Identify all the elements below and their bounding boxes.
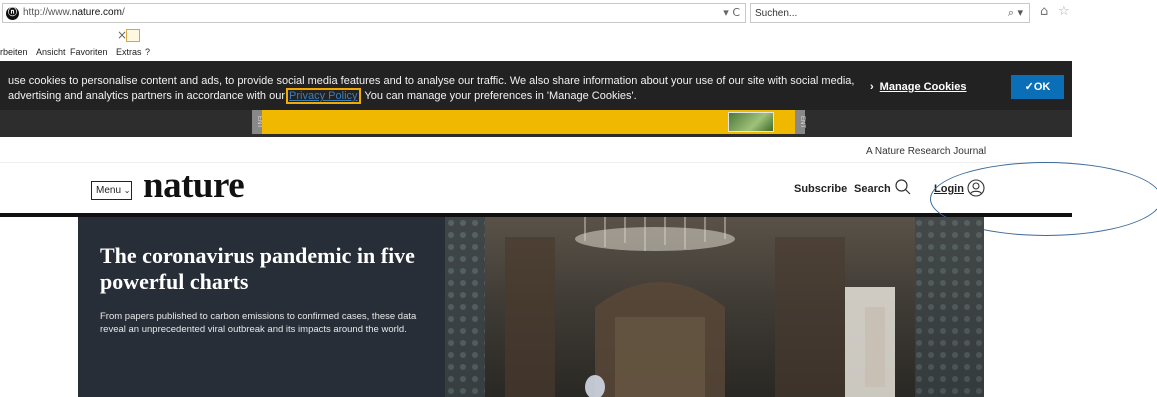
advertisement-banner[interactable] (262, 110, 795, 134)
browser-tab-row: × (0, 27, 1157, 46)
ad-label-right: ENT (795, 110, 805, 134)
site-favicon-icon: ⓝ (6, 7, 19, 20)
nature-logo[interactable]: nature (143, 166, 245, 206)
hero-description: From papers published to carbon emission… (100, 311, 417, 335)
search-go-icon[interactable]: ⌕ ▾ (1008, 6, 1023, 20)
menu-item-help[interactable]: ? (145, 47, 150, 57)
hero-mosque-image[interactable] (445, 217, 984, 397)
accept-cookies-button[interactable]: ✓OK (1011, 75, 1064, 99)
advertisement-image[interactable] (728, 112, 774, 132)
menu-item-extras[interactable]: Extras (116, 47, 142, 57)
browser-address-row: ⓝ http://www.nature.com/ ▾ C ⌕ ▾ ⌂ ☆ (0, 0, 1157, 27)
hero-headline[interactable]: The coronavirus pandemic in five powerfu… (100, 243, 430, 295)
menu-item-bearbeiten[interactable]: rbeiten (0, 47, 28, 57)
home-icon[interactable]: ⌂ (1040, 4, 1048, 19)
new-tab-icon[interactable] (126, 29, 140, 42)
manage-cookies-link[interactable]: › Manage Cookies (870, 81, 966, 93)
menu-item-ansicht[interactable]: Ansicht (36, 47, 66, 57)
browser-search-input[interactable] (755, 6, 985, 20)
search-link[interactable]: Search (854, 183, 891, 195)
menu-item-favoriten[interactable]: Favoriten (70, 47, 108, 57)
url-text[interactable]: http://www.nature.com/ (23, 7, 125, 18)
favorites-star-icon[interactable]: ☆ (1058, 4, 1070, 19)
menu-button[interactable]: Menu ⌄ (91, 181, 132, 200)
advertisement-strip: ENT ENT (0, 110, 1072, 137)
address-bar[interactable]: ⓝ http://www.nature.com/ ▾ C (2, 3, 746, 23)
search-icon[interactable] (894, 178, 912, 196)
ad-label-left: ENT (252, 110, 262, 134)
cookie-banner: use cookies to personalise content and a… (0, 61, 1072, 110)
chevron-right-icon: › (870, 81, 874, 93)
privacy-policy-link[interactable]: Privacy Policy (286, 88, 361, 104)
refresh-icon[interactable]: ▾ C (723, 6, 740, 19)
browser-search-bar[interactable]: ⌕ ▾ (750, 3, 1030, 23)
header-divider (0, 162, 1072, 163)
cookie-message: use cookies to personalise content and a… (8, 75, 855, 104)
journal-tagline: A Nature Research Journal (866, 146, 987, 157)
chevron-down-icon: ⌄ (123, 186, 131, 195)
browser-menu-bar: rbeiten Ansicht Favoriten Extras ? (0, 46, 1157, 61)
subscribe-link[interactable]: Subscribe (794, 183, 847, 195)
